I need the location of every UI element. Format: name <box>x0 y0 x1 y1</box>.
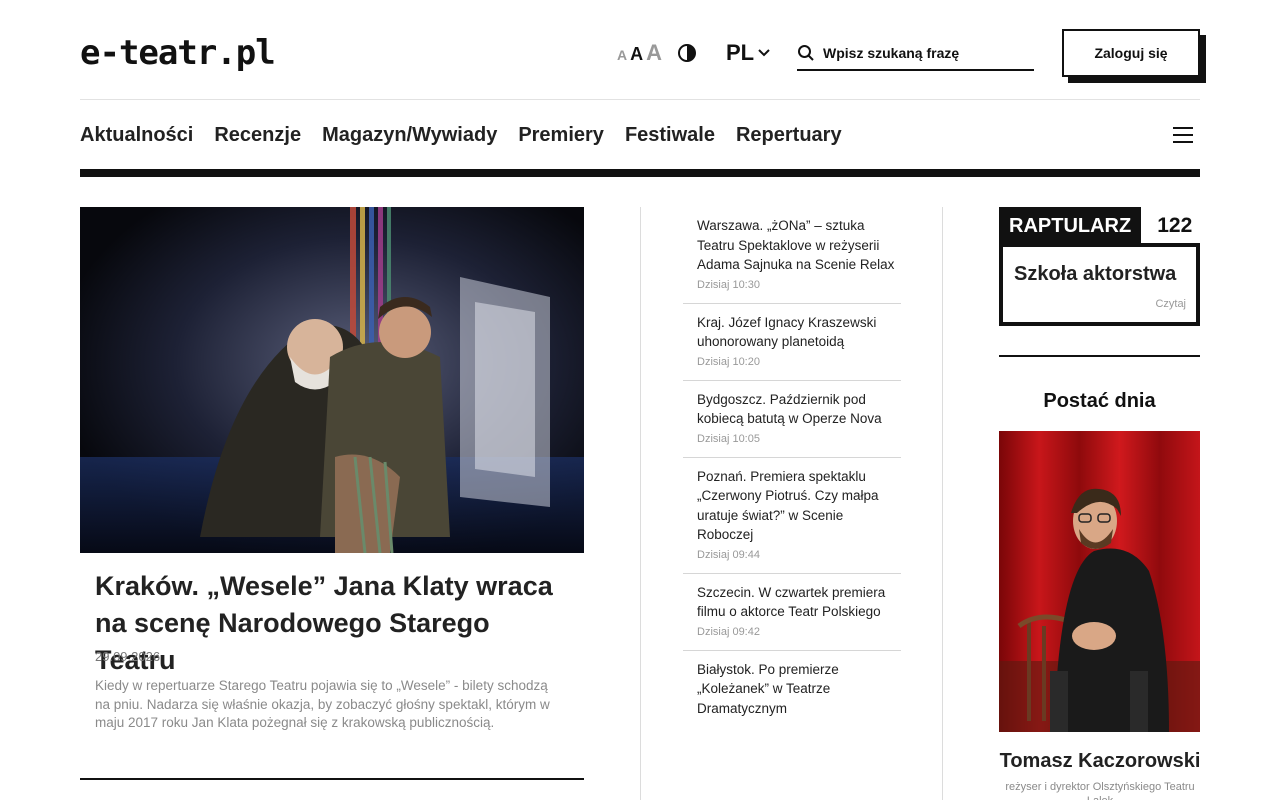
news-time: Dzisiaj 09:44 <box>697 548 760 561</box>
font-size-controls: A A A <box>617 40 662 66</box>
raptularz-read-link[interactable]: Czytaj <box>1155 298 1186 310</box>
news-title[interactable]: Warszawa. „żONa” – sztuka Teatru Spektak… <box>697 216 901 275</box>
person-of-day-name[interactable]: Tomasz Kaczorowski <box>990 750 1210 773</box>
news-list: Warszawa. „żONa” – sztuka Teatru Spektak… <box>683 207 901 730</box>
raptularz-card[interactable]: Szkoła aktorstwa Czytaj <box>999 243 1200 326</box>
news-time: Dzisiaj 10:05 <box>697 432 760 445</box>
raptularz-number: 122 <box>1157 214 1193 237</box>
news-title[interactable]: Poznań. Premiera spektaklu „Czerwony Pio… <box>697 467 901 545</box>
main-nav: Aktualności Recenzje Magazyn/Wywiady Pre… <box>80 101 1200 169</box>
main-story-title[interactable]: Kraków. „Wesele” Jana Klaty wraca na sce… <box>95 568 575 679</box>
person-of-day-description: reżyser i dyrektor Olsztyńskiego Teatru … <box>1005 781 1195 800</box>
nav-item-magazyn[interactable]: Magazyn/Wywiady <box>322 124 497 147</box>
news-item[interactable]: Warszawa. „żONa” – sztuka Teatru Spektak… <box>683 207 901 304</box>
language-select[interactable]: PL <box>726 40 770 66</box>
nav-item-festiwale[interactable]: Festiwale <box>625 124 715 147</box>
nav-item-recenzje[interactable]: Recenzje <box>214 124 301 147</box>
font-size-small-button[interactable]: A <box>617 47 627 63</box>
nav-divider <box>80 169 1200 177</box>
news-title[interactable]: Szczecin. W czwartek premiera filmu o ak… <box>697 583 901 622</box>
news-item[interactable]: Szczecin. W czwartek premiera filmu o ak… <box>683 574 901 651</box>
font-size-medium-button[interactable]: A <box>630 44 643 65</box>
news-title[interactable]: Kraj. Józef Ignacy Kraszewski uhonorowan… <box>697 313 901 352</box>
raptularz-title[interactable]: Szkoła aktorstwa <box>1014 263 1176 286</box>
news-item[interactable]: Poznań. Premiera spektaklu „Czerwony Pio… <box>683 458 901 574</box>
main-story-divider <box>80 778 584 780</box>
raptularz-header: RAPTULARZ 122 <box>999 207 1200 245</box>
main-story-date: 29.09.2026 <box>95 649 161 664</box>
column-divider <box>640 207 641 800</box>
raptularz-label: RAPTULARZ <box>999 207 1142 245</box>
person-of-day-photo[interactable] <box>999 431 1200 732</box>
nav-item-repertuary[interactable]: Repertuary <box>736 124 842 147</box>
search-bar <box>797 36 1034 71</box>
language-label: PL <box>726 40 755 65</box>
news-item[interactable]: Bydgoszcz. Październik pod kobiecą batut… <box>683 381 901 458</box>
news-time: Dzisiaj 10:20 <box>697 355 760 368</box>
news-time: Dzisiaj 10:30 <box>697 278 760 291</box>
login-button[interactable]: Zaloguj się <box>1062 29 1200 77</box>
main-story-image[interactable] <box>80 207 584 553</box>
news-title[interactable]: Białystok. Po premierze „Koleżanek” w Te… <box>697 660 901 719</box>
person-of-day-heading: Postać dnia <box>1043 390 1156 412</box>
nav-item-premiery[interactable]: Premiery <box>518 124 604 147</box>
search-icon[interactable] <box>797 44 815 62</box>
menu-icon[interactable] <box>1173 127 1193 143</box>
sidebar-divider <box>999 355 1200 357</box>
column-divider <box>942 207 943 800</box>
nav-item-aktualnosci[interactable]: Aktualności <box>80 124 193 147</box>
news-item[interactable]: Kraj. Józef Ignacy Kraszewski uhonorowan… <box>683 304 901 381</box>
login-button-wrap: Zaloguj się <box>1062 29 1206 83</box>
site-header: e-teatr.pl A A A PL Zaloguj się <box>80 0 1206 100</box>
main-story-lead: Kiedy w repertuarze Starego Teatru pojaw… <box>95 678 550 730</box>
contrast-icon[interactable] <box>678 44 696 62</box>
site-logo[interactable]: e-teatr.pl <box>80 33 276 73</box>
news-title[interactable]: Bydgoszcz. Październik pod kobiecą batut… <box>697 390 901 429</box>
font-size-large-button[interactable]: A <box>646 40 662 66</box>
news-time: Dzisiaj 09:42 <box>697 625 760 638</box>
news-item[interactable]: Białystok. Po premierze „Koleżanek” w Te… <box>683 651 901 731</box>
chevron-down-icon <box>758 49 770 57</box>
search-input[interactable] <box>823 44 1023 61</box>
